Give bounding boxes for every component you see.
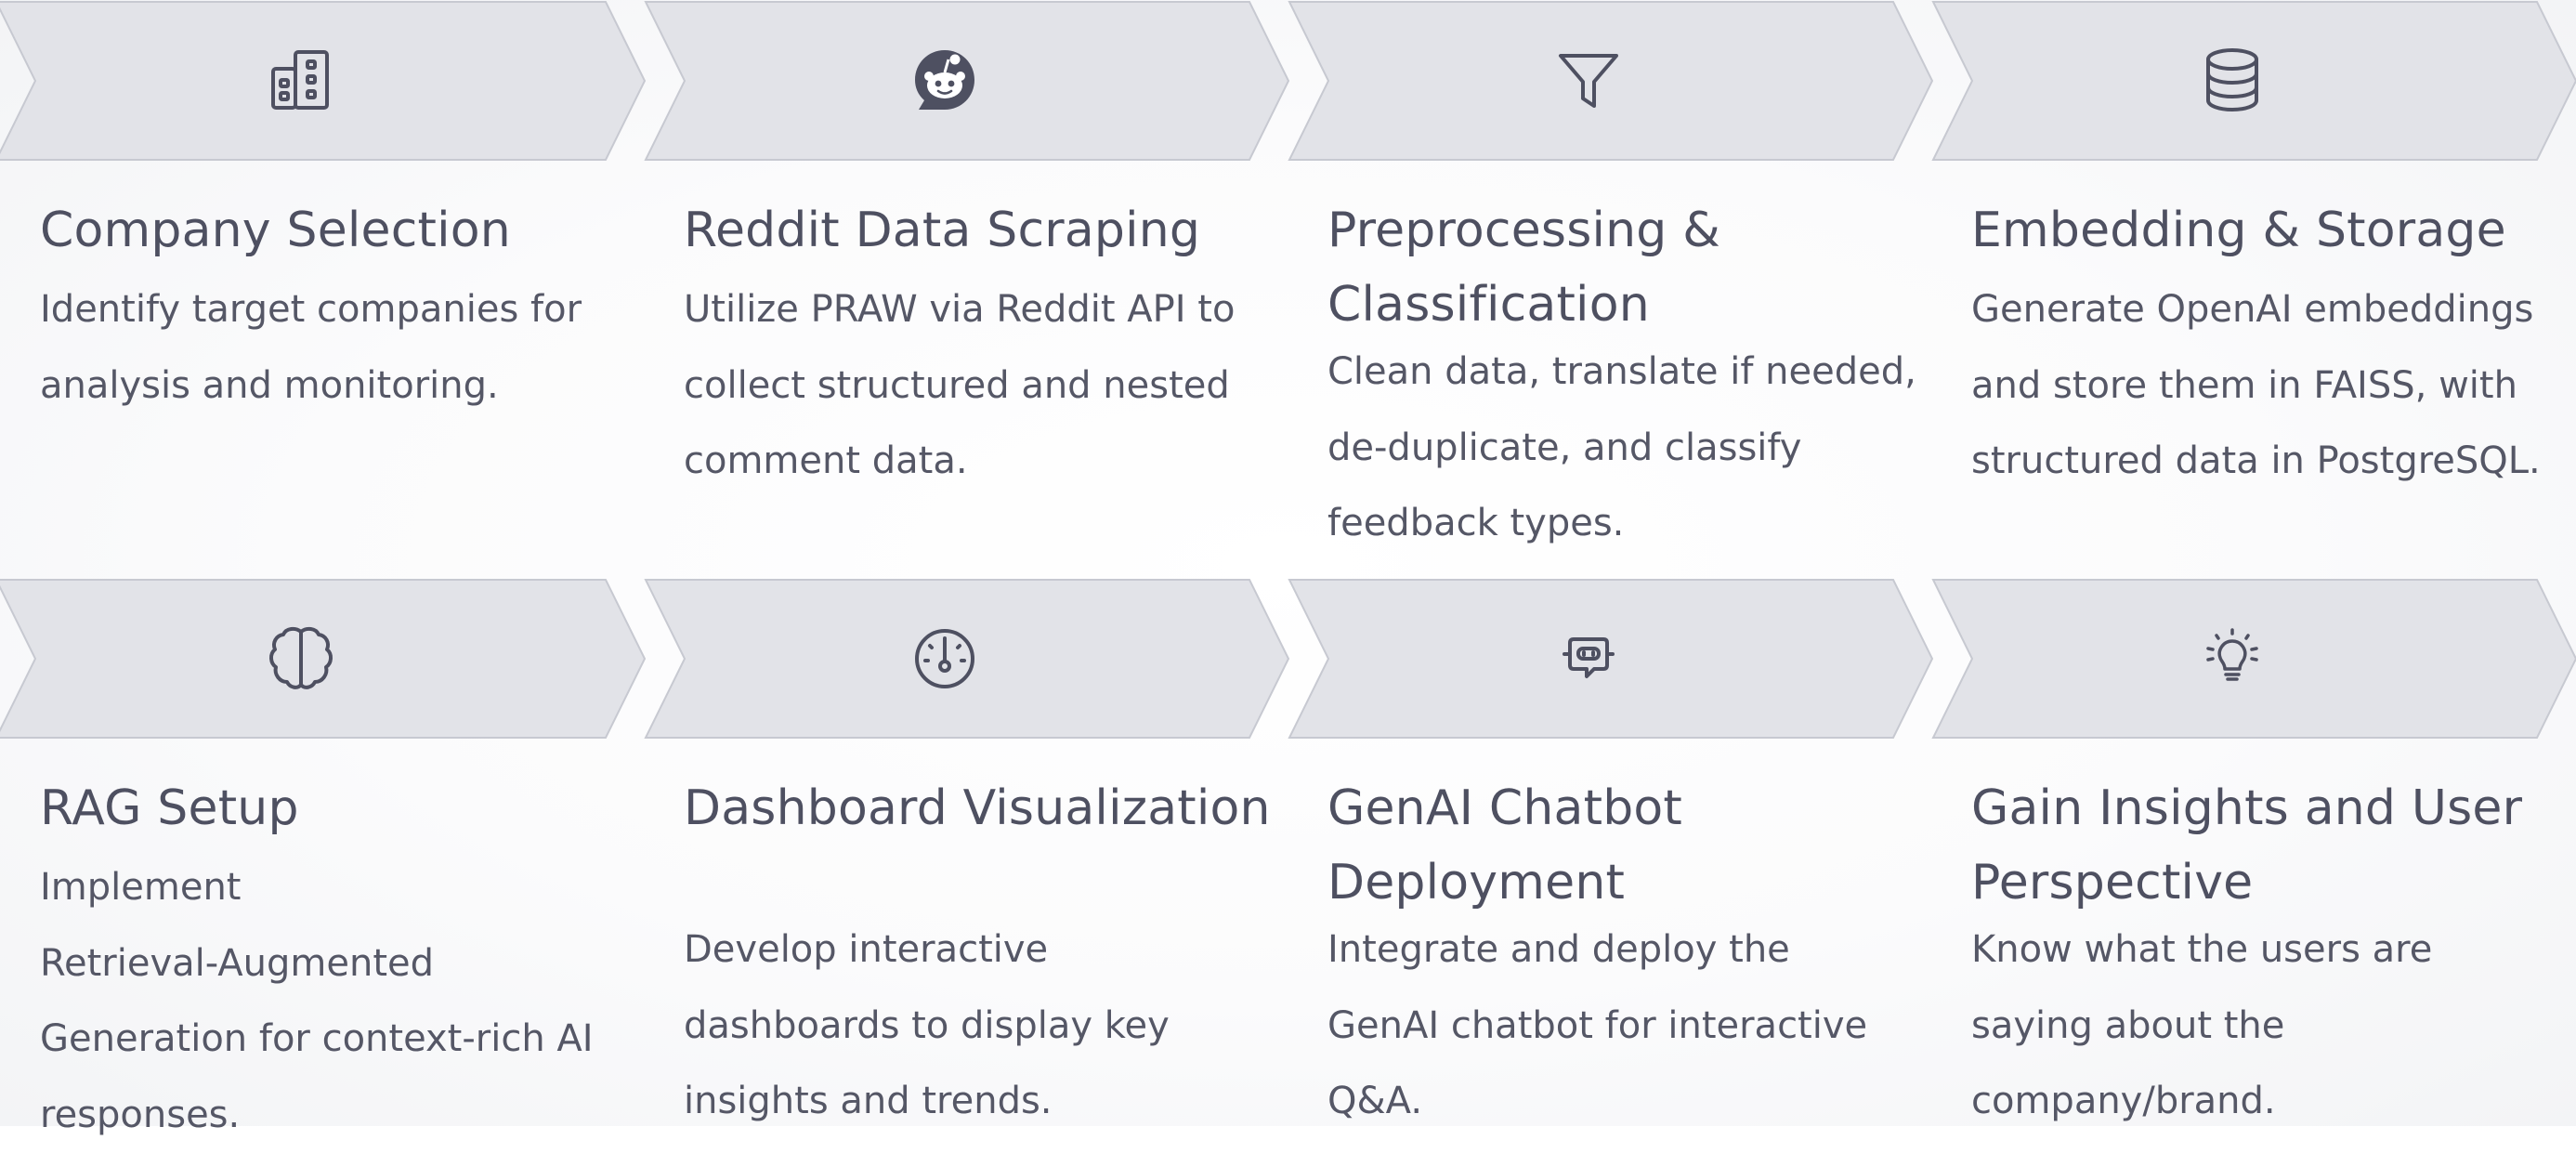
step-description-line: Identify target companies for [40,272,634,348]
step-description-line: structured data in PostgreSQL. [1971,424,2566,500]
step-title: Reddit Data Scraping [684,193,1278,268]
step-description-line: Develop interactive [684,912,1278,989]
step-title-line: Preprocessing & [1327,193,1922,268]
step-description-line: Integrate and deploy the [1327,912,1922,989]
step-description-line: feedback types. [1327,486,1922,562]
step-description-line: analysis and monitoring. [40,348,634,425]
step-description-line: collect structured and nested [684,348,1278,425]
step-description-line: saying about the [1971,989,2566,1065]
step-description-line: Q&A. [1327,1064,1922,1140]
step-description: Clean data, translate if needed, de-dupl… [1327,334,1922,562]
step-description-line: Clean data, translate if needed, [1327,334,1922,411]
step-title: GenAI Chatbot Deployment [1327,771,1922,920]
building-icon [260,39,342,121]
step-description: Generate OpenAI embeddings and store the… [1971,272,2566,500]
reddit-icon [904,39,986,121]
step-description-line: dashboards to display key [684,989,1278,1065]
chatbot-icon [1548,617,1629,699]
step-description-line: Generate OpenAI embeddings [1971,272,2566,348]
lightbulb-icon [2191,617,2273,699]
step-title-line: Dashboard Visualization [684,771,1278,845]
filter-icon [1548,39,1629,121]
brain-icon [260,617,342,699]
step-description-line: Retrieval-Augmented [40,926,634,1002]
step-description: Utilize PRAW via Reddit API to collect s… [684,272,1278,500]
step-description-line: responses. [40,1078,634,1153]
step-title-line: Reddit Data Scraping [684,193,1278,268]
step-title: Embedding & Storage [1971,193,2566,268]
gauge-icon [904,617,986,699]
step-title: Dashboard Visualization [684,771,1278,845]
step-description: Know what the users are saying about the… [1971,912,2566,1140]
step-title-line: Classification [1327,268,1922,342]
step-title-line: GenAI Chatbot [1327,771,1922,845]
step-description-line: company/brand. [1971,1064,2566,1140]
step-title-line: Company Selection [40,193,634,268]
step-description-line: comment data. [684,424,1278,500]
step-description: Integrate and deploy the GenAI chatbot f… [1327,912,1922,1140]
step-description-line: GenAI chatbot for interactive [1327,989,1922,1065]
step-description-line: Generation for context-rich AI [40,1002,634,1078]
step-description-line: Utilize PRAW via Reddit API to [684,272,1278,348]
step-title: Company Selection [40,193,634,268]
step-title-line: Perspective [1971,845,2566,920]
step-title-line: Gain Insights and User [1971,771,2566,845]
database-icon [2191,39,2273,121]
step-title-line: RAG Setup [40,771,634,845]
step-description-line: Know what the users are [1971,912,2566,989]
step-description: Identify target companies for analysis a… [40,272,634,424]
step-title: RAG Setup [40,771,634,845]
step-title: Preprocessing & Classification [1327,193,1922,342]
step-description: Implement Retrieval-Augmented Generation… [40,850,634,1153]
step-description-line: insights and trends. [684,1064,1278,1140]
step-title-line: Embedding & Storage [1971,193,2566,268]
step-description-line: and store them in FAISS, with [1971,348,2566,425]
step-title: Gain Insights and User Perspective [1971,771,2566,920]
step-description-line: de-duplicate, and classify [1327,411,1922,487]
step-title-line: Deployment [1327,845,1922,920]
step-description-line: Implement [40,850,634,926]
step-description: Develop interactive dashboards to displa… [684,912,1278,1140]
